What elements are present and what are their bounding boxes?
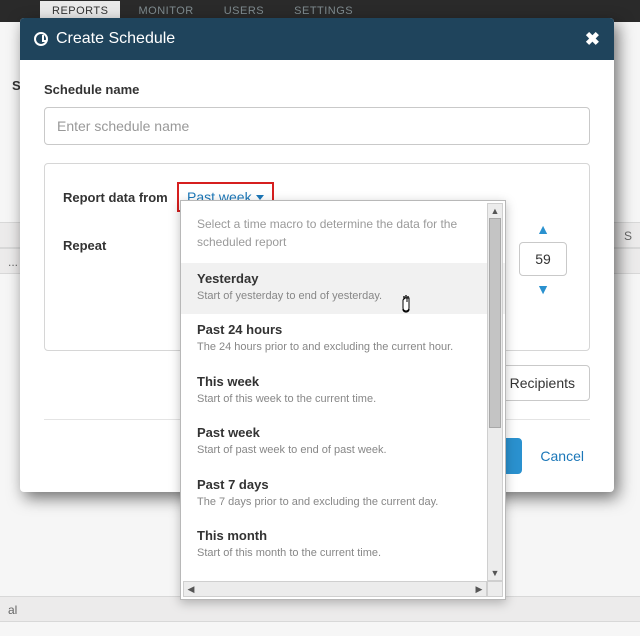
bg-total-label: al xyxy=(8,603,17,617)
option-title: Past 24 hours xyxy=(197,322,489,337)
popover-help-text: Select a time macro to determine the dat… xyxy=(181,211,505,263)
stage: REPORTS MONITOR USERS SETTINGS S S ... a… xyxy=(0,0,640,636)
cancel-button[interactable]: Cancel xyxy=(534,448,590,464)
option-title: Past 7 days xyxy=(197,477,489,492)
scroll-up-arrow-icon[interactable]: ▲ xyxy=(488,204,502,218)
schedule-name-label: Schedule name xyxy=(44,82,590,97)
vertical-scrollbar[interactable]: ▲ ▼ xyxy=(487,203,503,581)
timeframe-option[interactable]: Past 24 hours The 24 hours prior to and e… xyxy=(181,314,505,365)
close-icon[interactable]: ✖ xyxy=(585,29,600,50)
timeframe-option[interactable]: This week Start of this week to the curre… xyxy=(181,366,505,417)
timeframe-option[interactable]: Past 7 days The 7 days prior to and exclu… xyxy=(181,469,505,520)
timeframe-option[interactable]: Past week Start of past week to end of pa… xyxy=(181,417,505,468)
scroll-corner xyxy=(487,581,503,597)
scroll-thumb[interactable] xyxy=(489,218,501,428)
repeat-label: Repeat xyxy=(63,230,183,253)
bg-dots: ... xyxy=(8,255,18,269)
timeframe-option[interactable]: This month Start of this month to the cur… xyxy=(181,520,505,571)
horizontal-scrollbar[interactable]: ◀ ▶ xyxy=(183,581,487,597)
option-desc: Start of yesterday to end of yesterday. xyxy=(197,289,489,304)
chevron-up-icon[interactable]: ▲ xyxy=(534,220,552,238)
option-desc: The 7 days prior to and excluding the cu… xyxy=(197,495,489,510)
option-title: Past week xyxy=(197,425,489,440)
report-from-label: Report data from xyxy=(63,190,183,205)
caret-down-icon xyxy=(256,195,264,200)
option-title: This week xyxy=(197,374,489,389)
clock-icon xyxy=(34,32,48,46)
timeframe-popover: Select a time macro to determine the dat… xyxy=(180,200,506,600)
modal-header: Create Schedule ✖ xyxy=(20,18,614,60)
option-desc: Start of this week to the current time. xyxy=(197,392,489,407)
time-stepper: ▲ 59 ▼ xyxy=(515,220,571,298)
option-desc: Start of past week to end of past week. xyxy=(197,443,489,458)
option-title: This month xyxy=(197,528,489,543)
scroll-down-arrow-icon[interactable]: ▼ xyxy=(488,566,502,580)
option-title: Yesterday xyxy=(197,271,489,286)
schedule-name-input[interactable] xyxy=(44,107,590,145)
scroll-left-arrow-icon[interactable]: ◀ xyxy=(184,582,198,596)
timeframe-option[interactable]: Yesterday Start of yesterday to end of ye… xyxy=(181,263,505,314)
recipients-label: Recipients xyxy=(510,375,575,391)
time-value: 59 xyxy=(535,251,551,267)
time-value-box[interactable]: 59 xyxy=(519,242,567,276)
modal-title: Create Schedule xyxy=(56,30,175,48)
option-desc: The 24 hours prior to and excluding the … xyxy=(197,340,489,355)
option-desc: Start of this month to the current time. xyxy=(197,546,489,561)
bg-right-s: S xyxy=(624,229,632,243)
chevron-down-icon[interactable]: ▼ xyxy=(534,280,552,298)
scroll-right-arrow-icon[interactable]: ▶ xyxy=(472,582,486,596)
